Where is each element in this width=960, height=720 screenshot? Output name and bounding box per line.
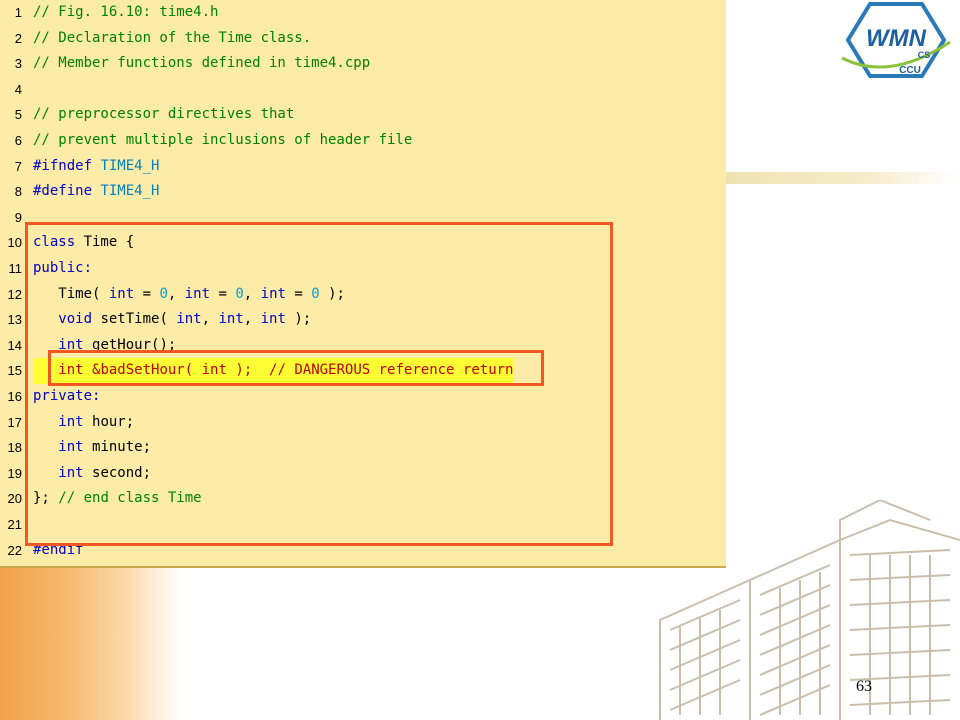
- code-token: // Declaration of the Time class.: [33, 29, 312, 46]
- logo-bottom-text: CCU: [899, 65, 921, 76]
- line-number: 9: [14, 209, 22, 225]
- line-number: 11: [8, 261, 23, 276]
- line-number: 3: [14, 56, 22, 72]
- background-stripe: [726, 172, 960, 184]
- code-line: 7 #ifndef TIME4_H: [0, 154, 726, 180]
- line-number: 17: [7, 414, 22, 430]
- code-token: // Fig. 16.10: time4.h: [33, 4, 219, 20]
- line-number: 2: [14, 30, 22, 46]
- code-line: 2 // Declaration of the Time class.: [0, 26, 726, 52]
- code-token: // preprocessor directives that: [33, 106, 295, 123]
- page-number: 63: [856, 678, 872, 695]
- wmn-logo: WMN CS CCU: [841, 2, 951, 78]
- logo-subtext: CS: [918, 50, 931, 60]
- logo-text: WMN: [866, 25, 927, 52]
- code-token: #ifndef: [33, 157, 101, 174]
- code-text: #define TIME4_H: [33, 179, 159, 205]
- code-text: #ifndef TIME4_H: [33, 154, 159, 180]
- code-token: #define: [33, 183, 101, 200]
- line-number: 20: [7, 491, 22, 507]
- code-line: 5 // preprocessor directives that: [0, 102, 726, 128]
- line-number: 22: [7, 542, 22, 558]
- line-number: 14: [7, 337, 22, 353]
- line-number: 6: [14, 133, 22, 148]
- line-number: 16: [7, 389, 22, 404]
- code-text: // Declaration of the Time class.: [33, 26, 311, 52]
- line-number: 13: [7, 312, 22, 328]
- code-token: // Member functions defined in time4.cpp: [33, 55, 371, 72]
- code-text: // Member functions defined in time4.cpp: [33, 51, 370, 77]
- code-line: 4: [0, 77, 726, 103]
- line-number: 4: [14, 81, 22, 97]
- code-text: // prevent multiple inclusions of header…: [33, 128, 412, 154]
- code-text: // Fig. 16.10: time4.h: [33, 0, 218, 26]
- code-line: 1 // Fig. 16.10: time4.h: [0, 0, 726, 26]
- line-number: 18: [7, 440, 22, 456]
- code-line: 8 #define TIME4_H: [0, 179, 726, 205]
- line-number: 10: [7, 235, 22, 251]
- line-number: 5: [14, 107, 22, 123]
- code-text: // preprocessor directives that: [33, 102, 294, 128]
- code-token: TIME4_H: [100, 183, 160, 200]
- dangerous-line-highlight-box: [48, 350, 544, 386]
- line-number: 15: [7, 363, 22, 379]
- code-token: TIME4_H: [100, 157, 160, 174]
- line-number: 19: [7, 465, 22, 481]
- line-number: 7: [14, 158, 22, 174]
- line-number: 21: [7, 517, 22, 532]
- line-number: 1: [14, 5, 22, 20]
- code-line: 3 // Member functions defined in time4.cp…: [0, 51, 726, 77]
- line-number: 8: [14, 184, 22, 200]
- code-line: 6 // prevent multiple inclusions of heade…: [0, 128, 726, 154]
- line-number: 12: [7, 286, 22, 302]
- code-token: // prevent multiple inclusions of header…: [33, 132, 413, 148]
